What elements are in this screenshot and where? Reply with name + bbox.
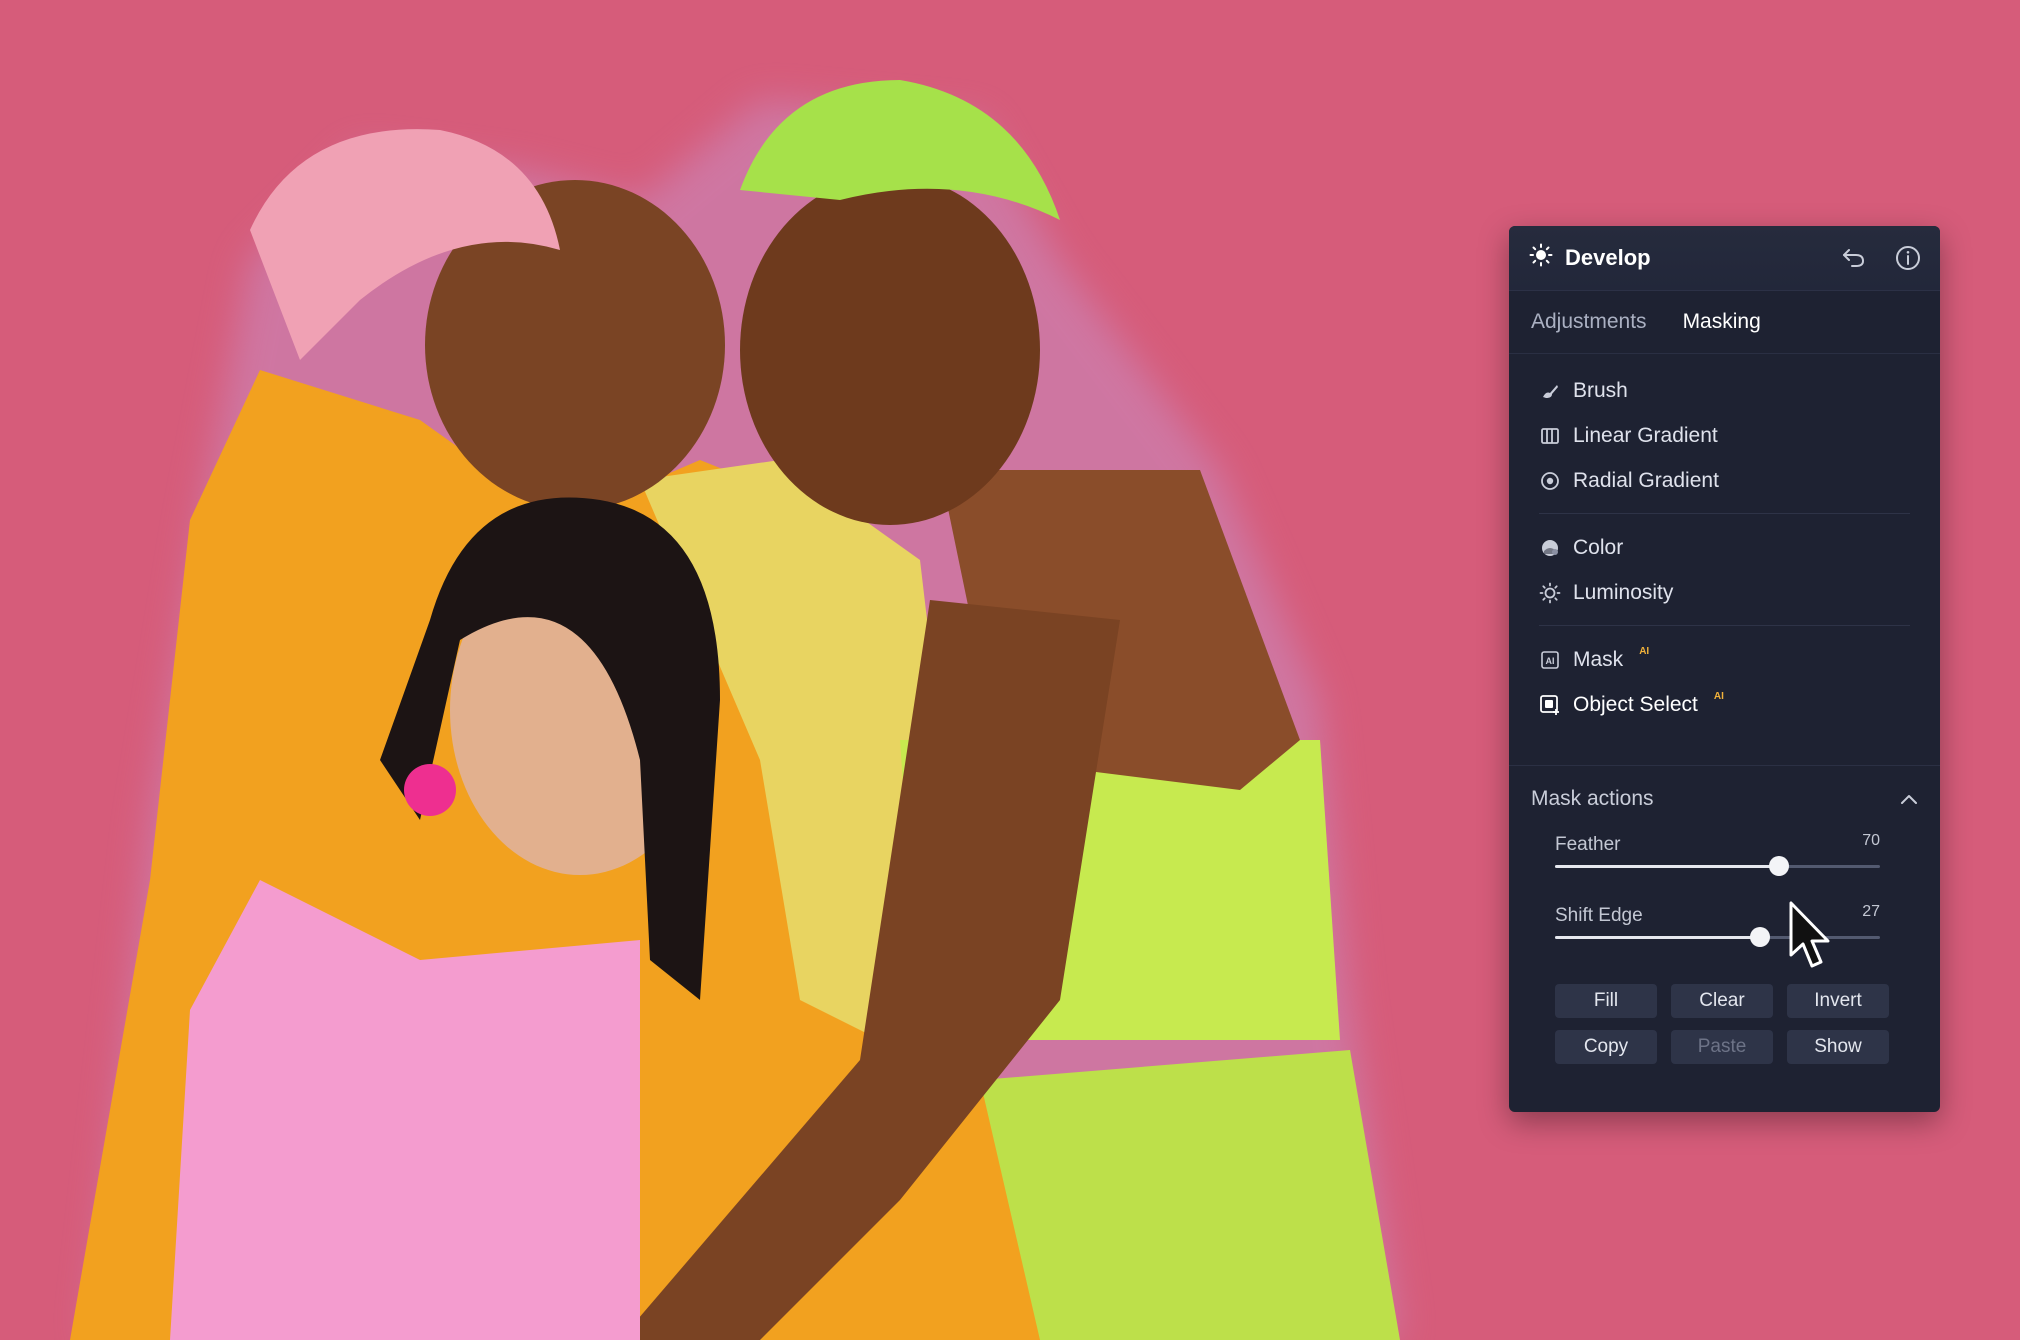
tool-label: Radial Gradient: [1573, 468, 1719, 492]
develop-panel: Develop Adjustments Masking Brush Linear…: [1509, 226, 1940, 1112]
tool-luminosity[interactable]: Luminosity: [1539, 570, 1910, 615]
shift-edge-slider-fill: [1555, 936, 1760, 939]
shift-edge-slider-thumb[interactable]: [1749, 927, 1770, 947]
ai-mask-icon: AI: [1539, 649, 1561, 671]
panel-tabs: Adjustments Masking: [1509, 291, 1940, 354]
tool-color[interactable]: Color: [1539, 525, 1910, 570]
tool-brush[interactable]: Brush: [1539, 368, 1910, 413]
mask-actions-header[interactable]: Mask actions: [1509, 766, 1940, 832]
tool-linear-gradient[interactable]: Linear Gradient: [1539, 413, 1910, 458]
shift-edge-slider-block: Shift Edge 27: [1509, 903, 1940, 974]
tab-adjustments[interactable]: Adjustments: [1531, 310, 1647, 334]
panel-title-text: Develop: [1565, 245, 1651, 270]
color-icon: [1539, 537, 1561, 559]
paste-button[interactable]: Paste: [1671, 1030, 1773, 1064]
feather-label: Feather: [1555, 834, 1621, 855]
luminosity-icon: [1539, 582, 1561, 604]
mask-action-buttons: Fill Clear Invert Copy Paste Show: [1509, 974, 1940, 1064]
mask-actions-title: Mask actions: [1531, 787, 1654, 810]
radial-gradient-icon: [1539, 470, 1561, 492]
copy-button[interactable]: Copy: [1555, 1030, 1657, 1064]
ai-badge: AI: [1713, 691, 1724, 702]
tool-radial-gradient[interactable]: Radial Gradient: [1539, 458, 1910, 503]
info-icon[interactable]: [1894, 244, 1922, 272]
chevron-up-icon: [1900, 787, 1918, 811]
divider: [1539, 625, 1910, 626]
shift-edge-label: Shift Edge: [1555, 905, 1643, 926]
show-button[interactable]: Show: [1787, 1030, 1889, 1064]
feather-slider-block: Feather 70: [1509, 832, 1940, 903]
tool-label: Luminosity: [1573, 580, 1674, 604]
panel-title: Develop: [1529, 243, 1651, 273]
masking-tool-list: Brush Linear Gradient Radial Gradient Co…: [1509, 354, 1940, 727]
clear-button[interactable]: Clear: [1671, 984, 1773, 1018]
tool-label: Linear Gradient: [1573, 423, 1718, 447]
fill-button[interactable]: Fill: [1555, 984, 1657, 1018]
shift-edge-value: 27: [1862, 903, 1880, 920]
tool-ai-mask[interactable]: AI Mask AI: [1539, 637, 1910, 682]
invert-button[interactable]: Invert: [1787, 984, 1889, 1018]
tool-label: Mask: [1573, 647, 1624, 671]
sun-icon: [1529, 243, 1553, 273]
tool-label: Object Select: [1573, 692, 1698, 716]
divider: [1539, 513, 1910, 514]
undo-icon[interactable]: [1840, 244, 1868, 272]
ai-badge: AI: [1639, 646, 1650, 657]
brush-icon: [1539, 380, 1561, 402]
mouse-cursor-icon: [1788, 900, 1836, 972]
tab-masking[interactable]: Masking: [1683, 310, 1761, 334]
tool-object-select[interactable]: Object Select AI: [1539, 682, 1910, 727]
feather-slider[interactable]: [1555, 856, 1880, 876]
svg-text:AI: AI: [1546, 656, 1555, 666]
feather-value: 70: [1862, 832, 1880, 849]
linear-gradient-icon: [1539, 425, 1561, 447]
feather-slider-fill: [1555, 865, 1780, 868]
tool-label: Brush: [1573, 378, 1628, 402]
tool-label: Color: [1573, 535, 1624, 559]
object-select-icon: [1539, 694, 1561, 716]
feather-slider-thumb[interactable]: [1769, 856, 1790, 876]
panel-header: Develop: [1509, 226, 1940, 291]
